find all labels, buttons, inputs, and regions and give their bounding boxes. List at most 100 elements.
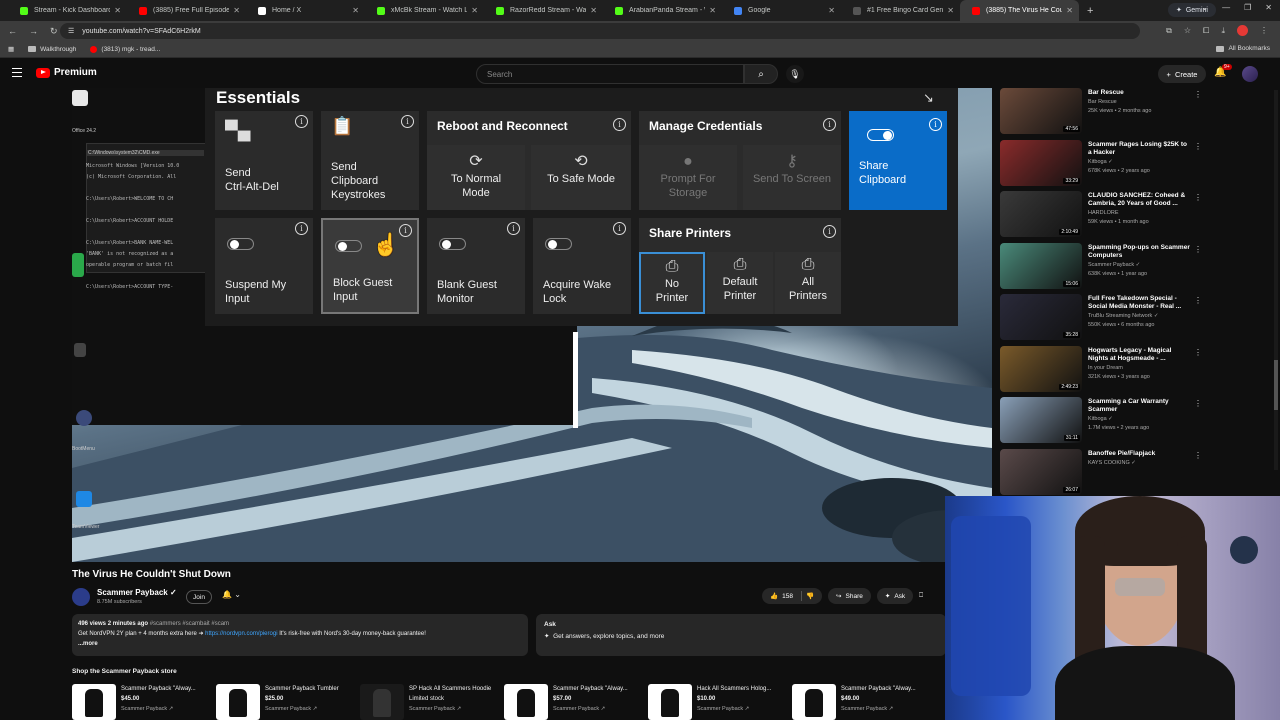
like-button[interactable]: 👍 158 👎 [762,588,823,604]
video-title[interactable]: CLAUDIO SANCHEZ: Coheed & Cambria, 20 Ye… [1088,192,1192,208]
apps-grid-icon[interactable]: ▦ [8,45,14,53]
bookmark-walkthrough[interactable]: Walkthrough [28,46,76,53]
suspend-input-toggle[interactable] [227,238,254,250]
browser-tab[interactable]: Stream - Kick Dashboard ✕ [8,0,127,21]
description-box[interactable]: 496 views 2 minutes ago #scammers #scamb… [72,614,528,656]
info-icon[interactable]: i [295,222,308,235]
info-icon[interactable]: i [823,225,836,238]
reload-icon[interactable]: ↻ [50,26,58,37]
video-channel[interactable]: Bar Rescue [1088,99,1117,105]
minimize-button[interactable]: — [1222,3,1230,12]
browser-tab[interactable]: Google ✕ [722,0,841,21]
shop-item[interactable]: Hack All Scammers Holog... $10.00 Scammer … [648,684,785,720]
thumbs-down-icon[interactable]: 👎 [806,592,814,600]
show-more-link[interactable]: ...more [78,641,98,647]
blank-monitor-toggle[interactable] [439,238,466,250]
all-bookmarks[interactable]: All Bookmarks [1216,45,1270,52]
video-channel[interactable]: Scammer Payback ✓ [1088,262,1140,268]
bookmark-mgk[interactable]: (3813) mgk - tread... [90,45,160,53]
video-thumbnail[interactable]: 2:49:23 [1000,345,1082,392]
recommended-video[interactable]: 31:11 Scamming a Car Warranty Scammer Kitb… [1000,397,1280,449]
ask-button[interactable]: ✦ Ask [876,588,914,604]
search-button[interactable]: ⌕ [744,64,778,84]
back-icon[interactable]: ← [8,26,17,36]
wake-lock-toggle[interactable] [545,238,572,250]
browser-tab[interactable]: Home / X ✕ [246,0,365,21]
info-icon[interactable]: i [399,224,412,237]
recommended-video[interactable]: 35:28 Full Free Takedown Special - Social… [1000,294,1280,346]
video-thumbnail[interactable]: 2:10:49 [1000,191,1082,237]
video-channel[interactable]: In your Dream [1088,365,1123,371]
cast-icon[interactable]: ⧉ [1166,26,1172,36]
reboot-normal-button[interactable]: ⟳ To Normal Mode [427,145,525,210]
hamburger-menu-icon[interactable] [12,68,22,77]
video-thumbnail[interactable]: 15:06 [1000,242,1082,289]
info-icon[interactable]: i [401,115,414,128]
forward-icon[interactable]: → [29,26,38,36]
video-title[interactable]: Full Free Takedown Special - Social Medi… [1088,295,1192,311]
video-title[interactable]: Banoffee Pie/Flapjack [1088,450,1192,458]
address-bar[interactable]: ☰ youtube.com/watch?v=SFAdC6H2rkM [60,23,1140,39]
close-tab-icon[interactable]: ✕ [590,6,597,15]
maximize-button[interactable]: ❐ [1244,3,1251,12]
video-thumbnail[interactable]: 33:29 [1000,139,1082,186]
create-button[interactable]: + Create [1158,65,1206,83]
shop-item[interactable]: Scammer Payback Tumbler $25.00 Scammer Pay… [216,684,353,720]
more-options-icon[interactable]: ⋮ [1194,90,1202,99]
default-printer-button[interactable]: ⎙ Default Printer [707,252,773,314]
share-clipboard-toggle[interactable] [867,129,894,141]
shop-item[interactable]: Scammer Payback "Alway... $49.00 Scammer P… [792,684,929,720]
recommended-video[interactable]: 2:10:49 CLAUDIO SANCHEZ: Coheed & Cambria… [1000,191,1280,243]
browser-tab[interactable]: #1 Free Bingo Card Generator✕ [841,0,960,21]
shop-item[interactable]: Scammer Payback "Alway... $57.00 Scammer P… [504,684,641,720]
channel-avatar[interactable] [72,588,90,606]
bookmark-star-icon[interactable]: ☆ [1184,26,1191,35]
nordvpn-link[interactable]: https://nordvpn.com/pierogi [205,631,277,637]
page-scrollbar[interactable] [1274,90,1278,470]
video-title[interactable]: Scammer Rages Losing $25K to a Hacker [1088,141,1192,157]
more-options-icon[interactable]: ⋮ [1194,193,1202,202]
reboot-safe-button[interactable]: ⟲ To Safe Mode [531,145,631,210]
close-tab-icon[interactable]: ✕ [233,6,240,15]
new-tab-button[interactable]: + [1087,5,1093,17]
acquire-wake-lock-tile[interactable]: i Acquire Wake Lock [533,218,631,314]
browser-tab[interactable]: (3885) The Virus He Couldn't✕ [960,0,1079,21]
video-thumbnail[interactable]: 31:11 [1000,397,1082,443]
share-clipboard-tile[interactable]: i Share Clipboard [849,111,947,210]
recommended-video[interactable]: 33:29 Scammer Rages Losing $25K to a Hack… [1000,139,1280,192]
video-thumbnail[interactable]: 26:07 [1000,448,1082,495]
save-button[interactable]: ⎕ [919,588,923,604]
close-tab-icon[interactable]: ✕ [471,6,478,15]
share-button[interactable]: ↪ Share [828,588,871,604]
info-icon[interactable]: i [295,115,308,128]
browser-tab[interactable]: RazorRedd Stream - Watch Live✕ [484,0,603,21]
scrollbar-thumb[interactable] [1274,360,1278,410]
recommended-video[interactable]: 2:49:23 Hogwarts Legacy - Magical Nights … [1000,345,1280,398]
browser-tab[interactable]: ArabianPanda Stream - Watch ✕ [603,0,722,21]
video-thumbnail[interactable]: 47:56 [1000,88,1082,134]
more-options-icon[interactable]: ⋮ [1194,451,1202,460]
menu-kebab-icon[interactable]: ⋮ [1260,26,1268,35]
block-guest-input-tile[interactable]: i Block Guest Input [321,218,419,314]
suspend-my-input-tile[interactable]: i Suspend My Input [215,218,313,314]
send-ctrl-alt-del-tile[interactable]: ▀▄ i Send Ctrl-Alt-Del [215,111,313,210]
recommended-video[interactable]: 26:07 Banoffee Pie/Flapjack KAYS COOKING ✓… [1000,448,1280,497]
shop-item[interactable]: SP Hack All Scammers Hoodie Limited stoc… [360,684,497,720]
close-window-button[interactable]: ✕ [1265,3,1272,12]
recommended-video[interactable]: 15:06 Spamming Pop-ups on Scammer Compute… [1000,242,1280,295]
channel-name[interactable]: Scammer Payback ✓ [97,588,177,597]
extensions-icon[interactable]: ⧠ [1203,26,1209,36]
video-thumbnail[interactable]: 35:28 [1000,294,1082,340]
info-icon[interactable]: i [929,118,942,131]
video-title[interactable]: Hogwarts Legacy - Magical Nights at Hogs… [1088,347,1192,363]
more-options-icon[interactable]: ⋮ [1194,399,1202,408]
send-to-screen-button[interactable]: ⚷ Send To Screen [743,145,841,210]
close-tab-icon[interactable]: ✕ [114,6,121,15]
more-options-icon[interactable]: ⋮ [1194,142,1202,151]
info-icon[interactable]: i [823,118,836,131]
more-options-icon[interactable]: ⋮ [1194,245,1202,254]
info-icon[interactable]: i [507,222,520,235]
video-title[interactable]: Spamming Pop-ups on Scammer Computers [1088,244,1192,260]
send-clipboard-keystrokes-tile[interactable]: 📋 i Send Clipboard Keystrokes [321,111,419,210]
profile-avatar[interactable] [1237,25,1248,36]
